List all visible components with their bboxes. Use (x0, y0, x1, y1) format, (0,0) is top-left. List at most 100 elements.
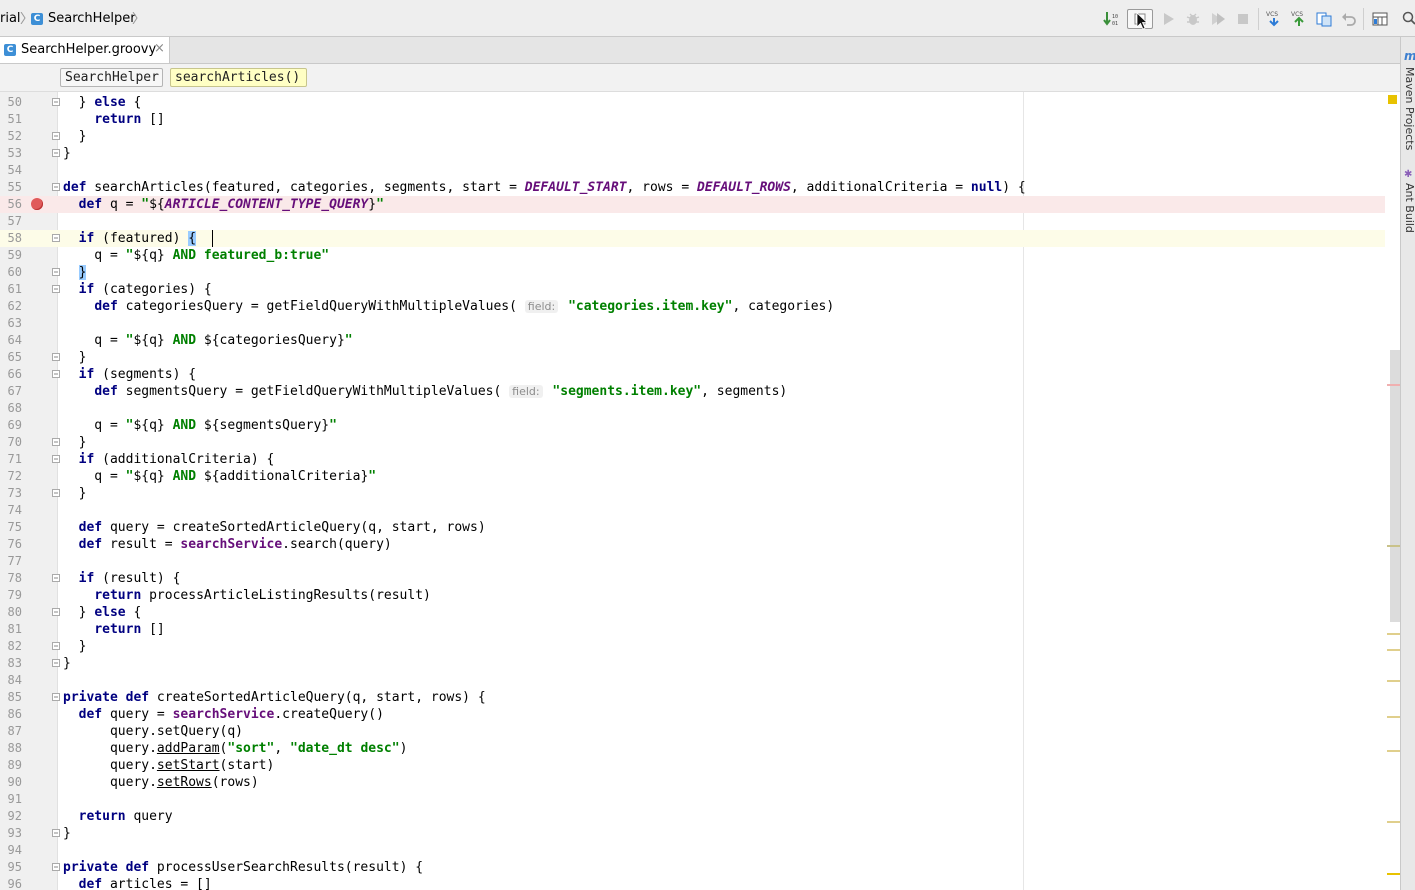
code-line[interactable]: 74 (0, 502, 1400, 519)
code-line[interactable]: 70 } (0, 434, 1400, 451)
code-line[interactable]: 85 private def createSortedArticleQuery(q… (0, 689, 1400, 706)
line-number[interactable]: 69 (0, 417, 22, 434)
code-text[interactable]: query.addParam("sort", "date_dt desc") (63, 740, 407, 757)
code-line[interactable]: 72 q = "${q} AND ${additionalCriteria}" (0, 468, 1400, 485)
code-text[interactable]: } (63, 638, 87, 655)
line-number[interactable]: 83 (0, 655, 22, 672)
code-line[interactable]: 79 return processArticleListingResults(r… (0, 587, 1400, 604)
compare-icon[interactable] (1315, 10, 1333, 28)
line-number[interactable]: 81 (0, 621, 22, 638)
fold-marker-icon[interactable] (52, 642, 60, 650)
fold-marker-icon[interactable] (52, 863, 60, 871)
vcs-commit-icon[interactable]: VCS (1290, 10, 1308, 28)
editor-tab[interactable]: C SearchHelper.groovy × (0, 37, 170, 63)
code-text[interactable]: return [] (63, 621, 164, 638)
code-text[interactable]: } (63, 128, 87, 145)
fold-marker-icon[interactable] (52, 183, 60, 191)
line-number[interactable]: 87 (0, 723, 22, 740)
fold-marker-icon[interactable] (52, 574, 60, 582)
line-number[interactable]: 67 (0, 383, 22, 400)
code-text[interactable]: } (63, 349, 87, 366)
line-number[interactable]: 57 (0, 213, 22, 230)
code-text[interactable]: if (result) { (63, 570, 181, 587)
run-icon[interactable] (1160, 10, 1178, 28)
line-number[interactable]: 52 (0, 128, 22, 145)
code-text[interactable]: query.setQuery(q) (63, 723, 243, 740)
line-number[interactable]: 66 (0, 366, 22, 383)
code-text[interactable]: def q = "${ARTICLE_CONTENT_TYPE_QUERY}" (63, 196, 384, 213)
run-coverage-icon[interactable] (1209, 10, 1227, 28)
code-line[interactable]: 54 (0, 162, 1400, 179)
code-line[interactable]: 81 return [] (0, 621, 1400, 638)
code-text[interactable]: } (63, 434, 87, 451)
line-number[interactable]: 63 (0, 315, 22, 332)
error-stripe-mark[interactable] (1387, 873, 1400, 875)
code-line[interactable]: 66 if (segments) { (0, 366, 1400, 383)
debug-icon[interactable] (1184, 10, 1202, 28)
line-number[interactable]: 62 (0, 298, 22, 315)
fold-marker-icon[interactable] (52, 285, 60, 293)
vertical-scrollbar-thumb[interactable] (1390, 350, 1400, 622)
fold-marker-icon[interactable] (52, 489, 60, 497)
code-text[interactable]: if (featured) { (63, 230, 197, 247)
code-text[interactable]: } else { (63, 94, 142, 111)
code-line[interactable]: 55 def searchArticles(featured, categorie… (0, 179, 1400, 196)
code-text[interactable]: return [] (63, 111, 164, 128)
fold-marker-icon[interactable] (52, 149, 60, 157)
code-line[interactable]: 93} (0, 825, 1400, 842)
line-number[interactable]: 53 (0, 145, 22, 162)
fold-marker-icon[interactable] (52, 659, 60, 667)
revert-icon[interactable] (1340, 10, 1358, 28)
code-text[interactable]: def query = searchService.createQuery() (63, 706, 384, 723)
error-stripe-mark[interactable] (1387, 750, 1400, 752)
code-text[interactable]: query.setStart(start) (63, 757, 274, 774)
line-number[interactable]: 84 (0, 672, 22, 689)
code-line[interactable]: 83} (0, 655, 1400, 672)
line-number[interactable]: 91 (0, 791, 22, 808)
line-number[interactable]: 85 (0, 689, 22, 706)
fold-marker-icon[interactable] (52, 353, 60, 361)
code-line[interactable]: 78 if (result) { (0, 570, 1400, 587)
line-number[interactable]: 77 (0, 553, 22, 570)
line-number[interactable]: 90 (0, 774, 22, 791)
code-text[interactable]: if (additionalCriteria) { (63, 451, 275, 468)
code-line[interactable]: 58 if (featured) { (0, 230, 1400, 247)
line-number[interactable]: 51 (0, 111, 22, 128)
code-text[interactable]: private def processUserSearchResults(res… (63, 859, 423, 876)
line-number[interactable]: 72 (0, 468, 22, 485)
code-line[interactable]: 96 def articles = [] (0, 876, 1400, 890)
code-line[interactable]: 75 def query = createSortedArticleQuery(… (0, 519, 1400, 536)
search-icon[interactable] (1400, 0, 1415, 37)
code-text[interactable]: query.setRows(rows) (63, 774, 259, 791)
code-text[interactable]: q = "${q} AND featured_b:true" (63, 247, 329, 264)
error-stripe-mark[interactable] (1387, 649, 1400, 651)
line-number[interactable]: 68 (0, 400, 22, 417)
line-number[interactable]: 96 (0, 876, 22, 890)
line-number[interactable]: 56 (0, 196, 22, 213)
code-line[interactable]: 95 private def processUserSearchResults(r… (0, 859, 1400, 876)
line-number[interactable]: 94 (0, 842, 22, 859)
project-structure-icon[interactable] (1371, 10, 1389, 28)
code-line[interactable]: 80 } else { (0, 604, 1400, 621)
code-line[interactable]: 71 if (additionalCriteria) { (0, 451, 1400, 468)
close-icon[interactable]: × (154, 41, 165, 56)
search-everywhere-button[interactable] (1400, 0, 1415, 37)
code-text[interactable]: def articles = [] (63, 876, 212, 890)
line-number[interactable]: 55 (0, 179, 22, 196)
code-line[interactable]: 61 if (categories) { (0, 281, 1400, 298)
code-line[interactable]: 57 (0, 213, 1400, 230)
line-number[interactable]: 61 (0, 281, 22, 298)
fold-marker-icon[interactable] (52, 234, 60, 242)
vcs-update-icon[interactable]: VCS (1265, 10, 1283, 28)
code-line[interactable]: 77 (0, 553, 1400, 570)
line-number[interactable]: 82 (0, 638, 22, 655)
line-number[interactable]: 89 (0, 757, 22, 774)
line-number[interactable]: 93 (0, 825, 22, 842)
line-number[interactable]: 71 (0, 451, 22, 468)
line-number[interactable]: 73 (0, 485, 22, 502)
fold-marker-icon[interactable] (52, 132, 60, 140)
line-number[interactable]: 79 (0, 587, 22, 604)
fold-marker-icon[interactable] (52, 829, 60, 837)
line-number[interactable]: 78 (0, 570, 22, 587)
error-stripe-mark[interactable] (1387, 716, 1400, 718)
